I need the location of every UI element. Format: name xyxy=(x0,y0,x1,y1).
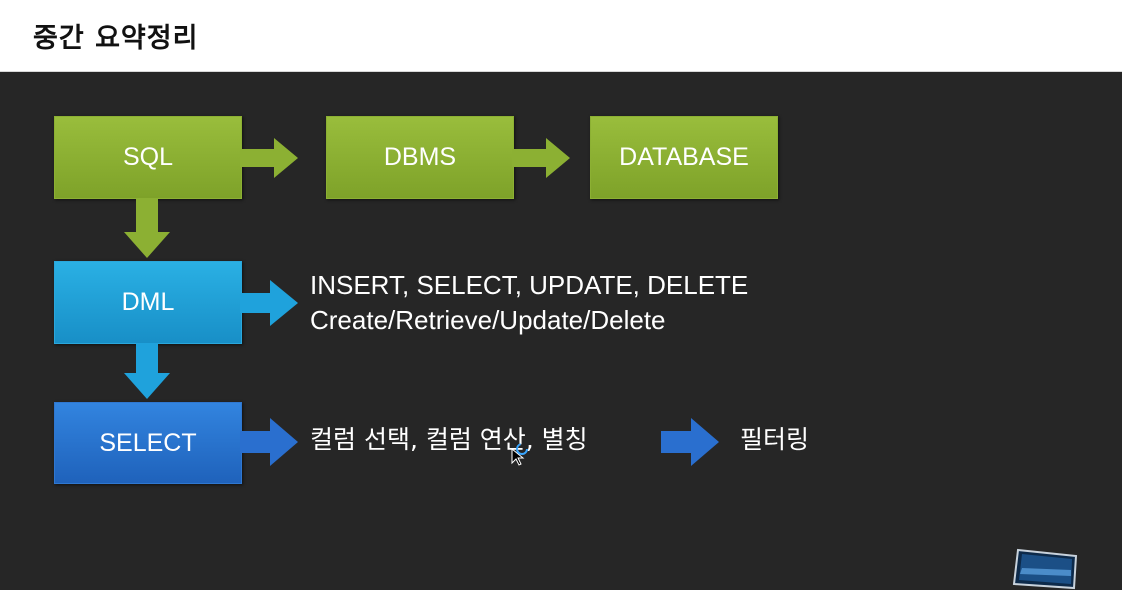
select-box-label: SELECT xyxy=(99,428,197,457)
sql-box-label: SQL xyxy=(122,143,174,171)
select-operations-text: 컬럼 선택, 컬럼 연산, 별칭 xyxy=(310,425,588,454)
arrow-down-icon xyxy=(124,343,170,399)
dml-box: DML xyxy=(54,261,242,344)
arrow-right-icon xyxy=(512,138,570,178)
busy-indicator-icon xyxy=(516,443,528,455)
dml-crud-text: Create/Retrieve/Update/Delete xyxy=(310,305,666,335)
slide-canvas: SQL DBMS DATABASE DML INSERT, SELECT, UP… xyxy=(0,72,1122,590)
select-box: SELECT xyxy=(54,402,242,484)
filtering-text: 필터링 xyxy=(740,425,810,454)
database-box: DATABASE xyxy=(590,116,778,199)
sql-box: SQL xyxy=(54,116,242,199)
dbms-box: DBMS xyxy=(326,116,514,199)
arrow-right-icon xyxy=(240,418,298,466)
arrow-right-icon xyxy=(240,280,298,326)
dml-box-label: DML xyxy=(121,288,175,316)
database-box-label: DATABASE xyxy=(619,143,749,171)
window-thumbnail-icon xyxy=(1012,548,1078,590)
arrow-right-icon xyxy=(240,138,298,178)
slide-title: 중간 요약정리 xyxy=(33,23,199,54)
dml-operations-text: INSERT, SELECT, UPDATE, DELETE xyxy=(310,270,749,300)
arrow-right-icon xyxy=(661,418,719,466)
slide-header: 중간 요약정리 xyxy=(0,0,1122,72)
arrow-down-icon xyxy=(124,198,170,258)
dbms-box-label: DBMS xyxy=(383,143,457,171)
